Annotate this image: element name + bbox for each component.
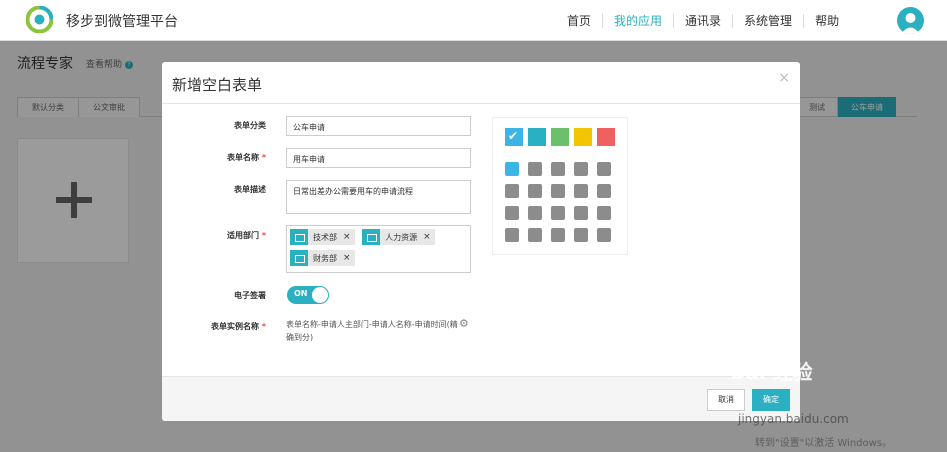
user-icon[interactable] — [505, 206, 519, 220]
card-icon[interactable] — [551, 206, 565, 220]
gear-icon[interactable]: ⚙ — [459, 318, 470, 329]
instance-name-label-text: 表单实例名称 — [211, 322, 260, 331]
dept-chip-label: 人力资源 — [385, 232, 418, 242]
toggle-knob — [312, 287, 328, 303]
instance-name-value: 表单名称-申请人主部门-申请人名称-申请时间(精确到分) — [286, 320, 458, 342]
medkit-icon[interactable] — [597, 162, 611, 176]
watermark-brand: Bai 经验 — [730, 360, 813, 384]
department-label-text: 适用部门 — [227, 231, 260, 240]
chart-icon[interactable] — [528, 228, 542, 242]
dept-chip-label: 技术部 — [313, 232, 337, 242]
dialog-header: 新增空白表单 × — [162, 62, 800, 104]
dept-chip: 技术部 × — [290, 229, 355, 245]
group-icon[interactable] — [551, 184, 565, 198]
nav-contacts[interactable]: 通讯录 — [674, 12, 732, 29]
avatar[interactable] — [897, 7, 924, 34]
main-nav: 首页 我的应用 通讯录 系统管理 帮助 — [556, 0, 850, 41]
thumb-icon[interactable] — [574, 162, 588, 176]
stamp-icon[interactable] — [505, 228, 519, 242]
dept-chip: 财务部 × — [290, 250, 355, 266]
instance-name-label: 表单实例名称 * — [166, 321, 266, 332]
color-swatch[interactable] — [551, 128, 569, 146]
document-icon[interactable] — [505, 162, 519, 176]
dialog-title: 新增空白表单 — [172, 76, 263, 94]
color-swatch[interactable] — [528, 128, 546, 146]
check-icon: ✔ — [508, 129, 519, 143]
money-icon[interactable] — [574, 206, 588, 220]
cart-icon[interactable] — [597, 206, 611, 220]
ok-button[interactable]: 确定 — [752, 389, 790, 411]
color-swatch[interactable] — [597, 128, 615, 146]
gauge-icon[interactable] — [597, 228, 611, 242]
e-sign-label: 电子签署 — [234, 291, 266, 300]
clipboard-icon[interactable] — [574, 184, 588, 198]
form-name-field[interactable]: 用车申请 — [286, 148, 471, 168]
building-icon[interactable] — [505, 184, 519, 198]
required-marker: * — [261, 231, 266, 240]
pie-icon[interactable] — [551, 162, 565, 176]
close-icon[interactable]: × — [778, 70, 790, 86]
user-avatar-icon — [901, 13, 920, 34]
icon-palette: ✔ — [492, 117, 628, 255]
form-name-label-text: 表单名称 — [227, 153, 260, 162]
truck-icon[interactable] — [528, 162, 542, 176]
department-label: 适用部门 * — [166, 230, 266, 241]
nav-my-apps[interactable]: 我的应用 — [603, 12, 673, 29]
nav-system[interactable]: 系统管理 — [733, 12, 803, 29]
folder-icon — [290, 250, 308, 266]
remove-chip-icon[interactable]: × — [423, 232, 431, 242]
dept-chip: 人力资源 × — [362, 229, 435, 245]
folder-icon — [362, 229, 381, 245]
watermark-url: jingyan.baidu.com — [738, 412, 849, 426]
required-marker: * — [261, 322, 266, 331]
line-chart-icon[interactable] — [551, 228, 565, 242]
cancel-button[interactable]: 取消 — [707, 389, 745, 411]
person-icon[interactable] — [528, 206, 542, 220]
description-label: 表单描述 — [234, 185, 266, 194]
coins-icon[interactable] — [574, 228, 588, 242]
color-swatch[interactable] — [574, 128, 592, 146]
top-bar: 移步到微管理平台 首页 我的应用 通讯录 系统管理 帮助 — [0, 0, 947, 41]
folder-icon — [290, 229, 308, 245]
nav-help[interactable]: 帮助 — [804, 12, 850, 29]
globe-icon[interactable] — [528, 184, 542, 198]
required-marker: * — [261, 153, 266, 162]
remove-chip-icon[interactable]: × — [343, 253, 351, 263]
windows-activation-notice: 转到"设置"以激活 Windows。 — [755, 438, 893, 449]
dialog-footer: 取消 确定 — [162, 376, 800, 421]
new-form-dialog: 新增空白表单 × 表单分类 公车申请 表单名称 * 用车申请 表单描述 日常出差… — [162, 62, 800, 421]
form-name-label: 表单名称 * — [166, 152, 266, 163]
e-sign-toggle[interactable]: ON — [287, 286, 329, 304]
category-label: 表单分类 — [234, 121, 266, 130]
app-logo — [26, 6, 53, 33]
department-field[interactable]: 技术部 × 人力资源 × 财务部 × — [286, 225, 471, 273]
category-field[interactable]: 公车申请 — [286, 116, 471, 136]
nav-home[interactable]: 首页 — [556, 12, 602, 29]
dept-chip-label: 财务部 — [313, 253, 337, 263]
app-title: 移步到微管理平台 — [66, 14, 178, 30]
description-field[interactable]: 日常出差办公需要用车的申请流程 — [286, 180, 471, 214]
toggle-state: ON — [294, 289, 308, 298]
book-icon[interactable] — [597, 184, 611, 198]
remove-chip-icon[interactable]: × — [343, 232, 351, 242]
